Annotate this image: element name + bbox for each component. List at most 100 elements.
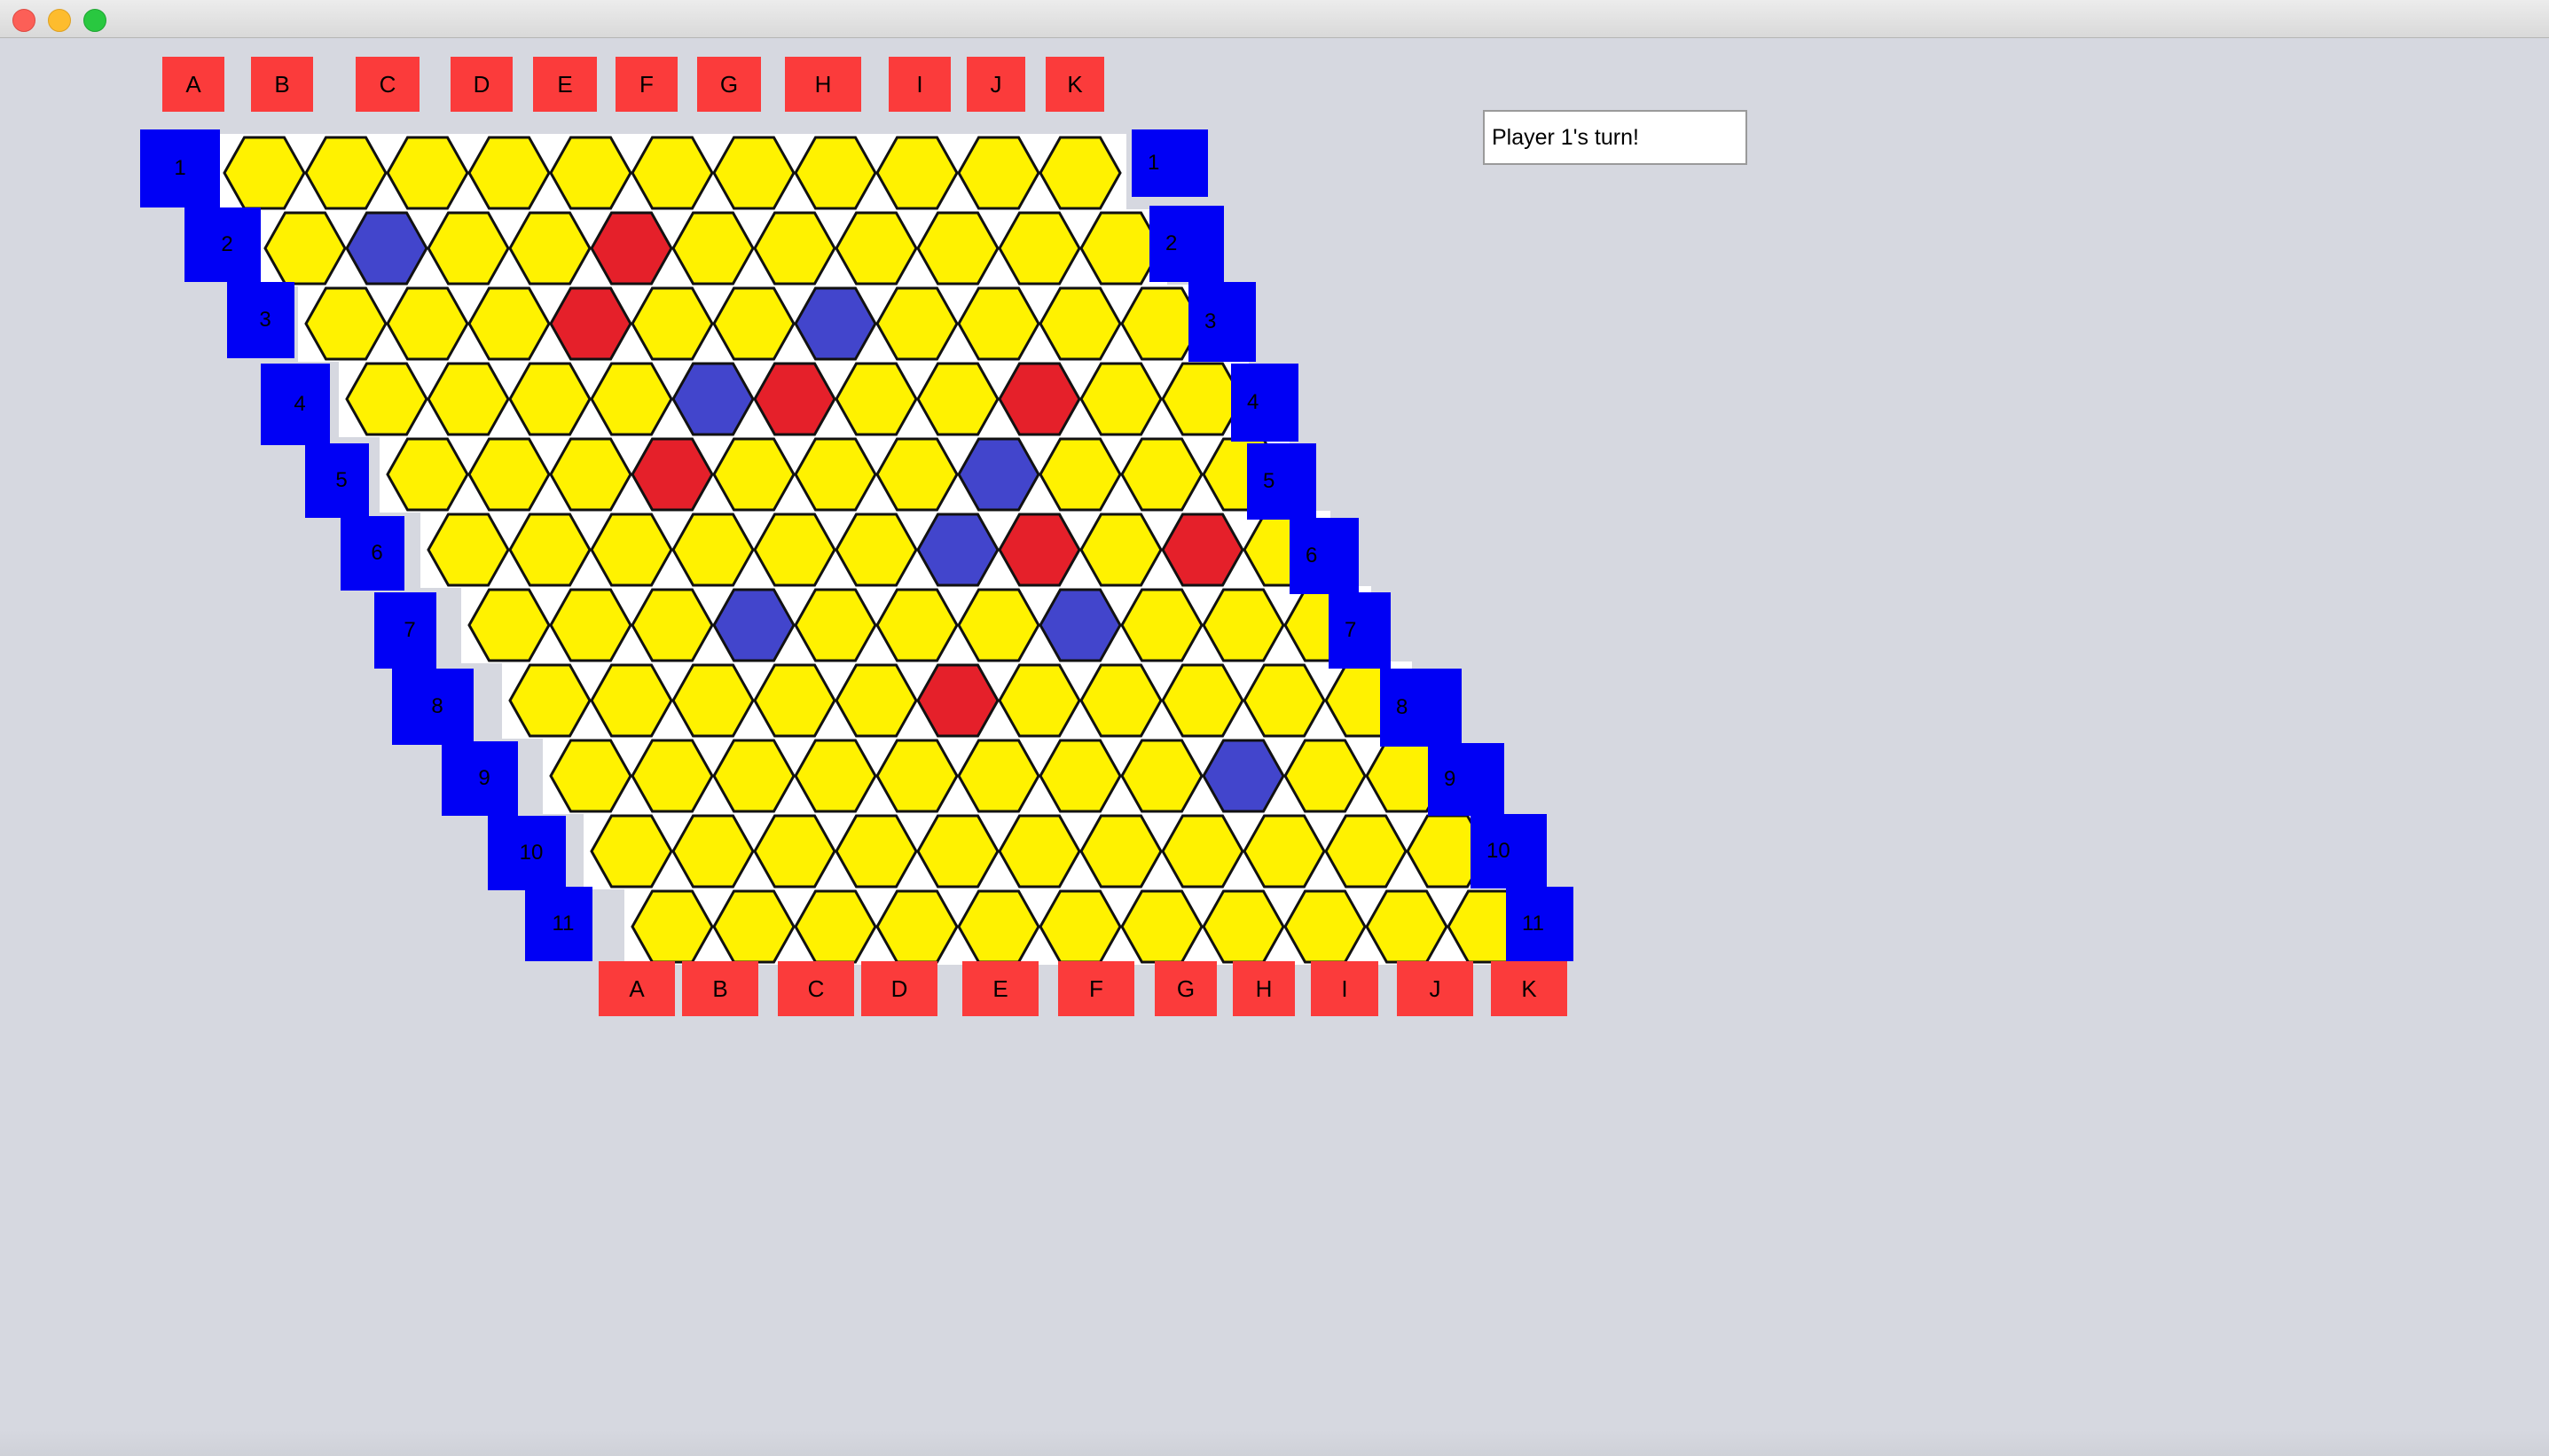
- hex-cell-e2-red[interactable]: [590, 211, 673, 286]
- hex-cell-d8-empty[interactable]: [753, 663, 836, 738]
- hex-cell-i10-empty[interactable]: [1243, 814, 1326, 888]
- hex-cell-j4-empty[interactable]: [1079, 362, 1163, 436]
- hex-cell-h8-empty[interactable]: [1079, 663, 1163, 738]
- hex-cell-g8-empty[interactable]: [998, 663, 1081, 738]
- hex-cell-e10-empty[interactable]: [916, 814, 1000, 888]
- hex-cell-i11-empty[interactable]: [1283, 889, 1367, 964]
- hex-cell-j11-empty[interactable]: [1365, 889, 1448, 964]
- hex-cell-a3-empty[interactable]: [304, 286, 388, 361]
- hex-cell-b8-empty[interactable]: [590, 663, 673, 738]
- hex-cell-d2-empty[interactable]: [508, 211, 592, 286]
- hex-cell-j1-empty[interactable]: [957, 136, 1040, 210]
- hex-cell-g10-empty[interactable]: [1079, 814, 1163, 888]
- hex-cell-h7-blue[interactable]: [1039, 588, 1122, 662]
- hex-cell-g3-blue[interactable]: [794, 286, 877, 361]
- hex-cell-c2-empty[interactable]: [427, 211, 510, 286]
- hex-cell-e9-empty[interactable]: [875, 739, 959, 813]
- hex-cell-i7-empty[interactable]: [1120, 588, 1204, 662]
- hex-cell-d7-blue[interactable]: [712, 588, 796, 662]
- hex-cell-b5-empty[interactable]: [467, 437, 551, 512]
- hex-cell-d4-empty[interactable]: [590, 362, 673, 436]
- hex-cell-d9-empty[interactable]: [794, 739, 877, 813]
- hex-cell-c10-empty[interactable]: [753, 814, 836, 888]
- hex-cell-i1-empty[interactable]: [875, 136, 959, 210]
- hex-cell-b4-empty[interactable]: [427, 362, 510, 436]
- hex-cell-g2-empty[interactable]: [753, 211, 836, 286]
- hex-cell-b10-empty[interactable]: [671, 814, 755, 888]
- hex-cell-e8-empty[interactable]: [835, 663, 918, 738]
- hex-cell-e6-empty[interactable]: [753, 513, 836, 587]
- hex-cell-d11-empty[interactable]: [875, 889, 959, 964]
- hex-cell-k1-empty[interactable]: [1039, 136, 1122, 210]
- hex-cell-c3-empty[interactable]: [467, 286, 551, 361]
- hex-cell-j3-empty[interactable]: [1039, 286, 1122, 361]
- hex-cell-c6-empty[interactable]: [590, 513, 673, 587]
- hex-cell-f3-empty[interactable]: [712, 286, 796, 361]
- hex-cell-f7-empty[interactable]: [875, 588, 959, 662]
- hex-cell-h6-red[interactable]: [998, 513, 1081, 587]
- hex-cell-f8-red[interactable]: [916, 663, 1000, 738]
- hex-cell-e11-empty[interactable]: [957, 889, 1040, 964]
- hex-cell-f10-empty[interactable]: [998, 814, 1081, 888]
- hex-cell-a2-empty[interactable]: [263, 211, 347, 286]
- hex-cell-a8-empty[interactable]: [508, 663, 592, 738]
- hex-cell-c1-empty[interactable]: [386, 136, 469, 210]
- hex-cell-f9-empty[interactable]: [957, 739, 1040, 813]
- hex-cell-e5-empty[interactable]: [712, 437, 796, 512]
- hex-cell-h3-empty[interactable]: [875, 286, 959, 361]
- hex-cell-a5-empty[interactable]: [386, 437, 469, 512]
- hex-cell-e4-blue[interactable]: [671, 362, 755, 436]
- hex-cell-g7-empty[interactable]: [957, 588, 1040, 662]
- hex-cell-f1-empty[interactable]: [631, 136, 714, 210]
- hex-cell-h2-empty[interactable]: [835, 211, 918, 286]
- hex-cell-d1-empty[interactable]: [467, 136, 551, 210]
- hex-cell-c7-empty[interactable]: [631, 588, 714, 662]
- hex-cell-j5-empty[interactable]: [1120, 437, 1204, 512]
- hex-cell-i4-red[interactable]: [998, 362, 1081, 436]
- hex-cell-f6-empty[interactable]: [835, 513, 918, 587]
- hex-cell-a6-empty[interactable]: [427, 513, 510, 587]
- hex-cell-j2-empty[interactable]: [998, 211, 1081, 286]
- hex-cell-d6-empty[interactable]: [671, 513, 755, 587]
- hex-cell-c11-empty[interactable]: [794, 889, 877, 964]
- hex-cell-g5-empty[interactable]: [875, 437, 959, 512]
- hex-cell-c9-empty[interactable]: [712, 739, 796, 813]
- hex-cell-b9-empty[interactable]: [631, 739, 714, 813]
- hex-cell-i8-empty[interactable]: [1161, 663, 1244, 738]
- hex-cell-h9-empty[interactable]: [1120, 739, 1204, 813]
- hex-cell-i2-empty[interactable]: [916, 211, 1000, 286]
- hex-cell-c4-empty[interactable]: [508, 362, 592, 436]
- hex-cell-j8-empty[interactable]: [1243, 663, 1326, 738]
- hex-cell-g6-blue[interactable]: [916, 513, 1000, 587]
- hex-cell-g4-empty[interactable]: [835, 362, 918, 436]
- hex-cell-a9-empty[interactable]: [549, 739, 632, 813]
- hex-cell-h5-blue[interactable]: [957, 437, 1040, 512]
- hex-cell-d10-empty[interactable]: [835, 814, 918, 888]
- hex-cell-b1-empty[interactable]: [304, 136, 388, 210]
- hex-cell-e3-empty[interactable]: [631, 286, 714, 361]
- hex-cell-c5-empty[interactable]: [549, 437, 632, 512]
- hex-cell-g9-empty[interactable]: [1039, 739, 1122, 813]
- hex-cell-d5-red[interactable]: [631, 437, 714, 512]
- hex-cell-i9-blue[interactable]: [1202, 739, 1285, 813]
- hex-cell-b7-empty[interactable]: [549, 588, 632, 662]
- hex-cell-a10-empty[interactable]: [590, 814, 673, 888]
- hex-cell-b3-empty[interactable]: [386, 286, 469, 361]
- hex-cell-f11-empty[interactable]: [1039, 889, 1122, 964]
- hex-cell-e1-empty[interactable]: [549, 136, 632, 210]
- hex-cell-d3-red[interactable]: [549, 286, 632, 361]
- hex-cell-a11-empty[interactable]: [631, 889, 714, 964]
- hex-cell-a1-empty[interactable]: [223, 136, 306, 210]
- hex-cell-j7-empty[interactable]: [1202, 588, 1285, 662]
- hex-cell-c8-empty[interactable]: [671, 663, 755, 738]
- hex-cell-h10-empty[interactable]: [1161, 814, 1244, 888]
- hex-cell-e7-empty[interactable]: [794, 588, 877, 662]
- hex-cell-b6-empty[interactable]: [508, 513, 592, 587]
- hex-cell-f4-red[interactable]: [753, 362, 836, 436]
- hex-cell-f5-empty[interactable]: [794, 437, 877, 512]
- hex-cell-a4-empty[interactable]: [345, 362, 428, 436]
- hex-cell-a7-empty[interactable]: [467, 588, 551, 662]
- hex-cell-i3-empty[interactable]: [957, 286, 1040, 361]
- hex-cell-h11-empty[interactable]: [1202, 889, 1285, 964]
- hex-cell-b2-blue[interactable]: [345, 211, 428, 286]
